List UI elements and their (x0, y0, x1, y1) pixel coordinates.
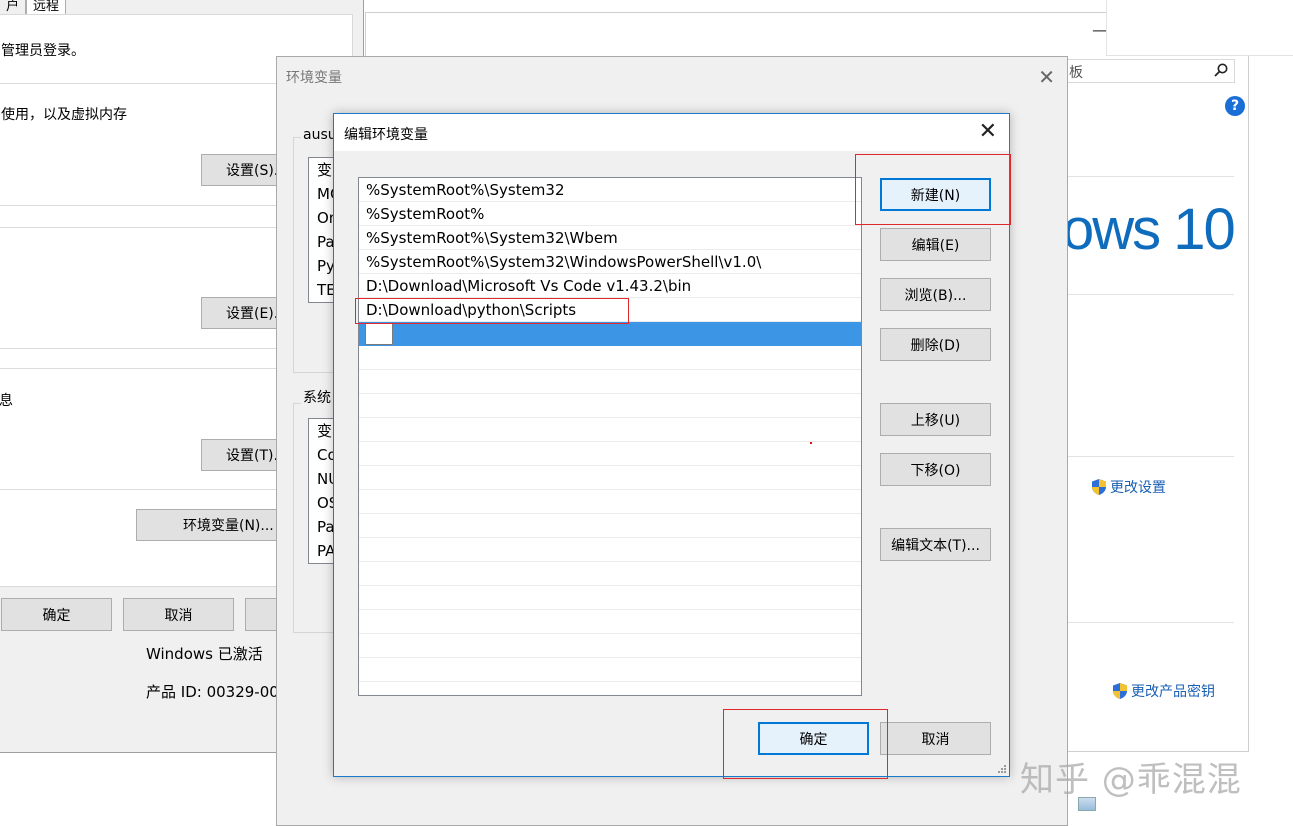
list-item[interactable] (359, 442, 861, 466)
list-item[interactable] (359, 514, 861, 538)
windows10-logo: ows 10 (1062, 197, 1236, 262)
browse-button[interactable]: 浏览(B)... (880, 278, 991, 311)
list-item[interactable] (359, 658, 861, 682)
list-item[interactable] (359, 490, 861, 514)
performance-desc: 使用，以及虚拟内存 (1, 107, 127, 123)
close-icon[interactable]: ✕ (979, 119, 997, 144)
delete-button[interactable]: 删除(D) (880, 328, 991, 361)
list-item[interactable]: %SystemRoot% (359, 202, 861, 226)
divider (1068, 294, 1234, 295)
list-item[interactable] (359, 562, 861, 586)
tray-image-icon (1078, 797, 1096, 811)
edit-text-button[interactable]: 编辑文本(T)... (880, 528, 991, 561)
system-vars-group-label: 系统 (301, 387, 333, 407)
path-list[interactable]: %SystemRoot%\System32 %SystemRoot% %Syst… (358, 177, 862, 696)
list-item[interactable]: %SystemRoot%\System32\Wbem (359, 226, 861, 250)
list-item[interactable] (359, 370, 861, 394)
edit-button[interactable]: 编辑(E) (880, 228, 991, 261)
list-item[interactable]: %SystemRoot%\System32\WindowsPowerShell\… (359, 250, 861, 274)
list-item[interactable] (359, 394, 861, 418)
change-product-key-link[interactable]: 更改产品密钥 (1111, 681, 1215, 701)
sysprops-ok-button[interactable]: 确定 (1, 598, 112, 631)
path-edit-input[interactable] (365, 323, 393, 345)
tab-bar: 户 远程 (0, 0, 67, 15)
admin-login-text: 管理员登录。 (1, 43, 85, 59)
dialog-titlebar: 编辑环境变量 ✕ (334, 114, 1009, 151)
stray-dot (810, 442, 812, 444)
cancel-button[interactable]: 取消 (880, 722, 991, 755)
divider (1068, 176, 1234, 177)
change-settings-label: 更改设置 (1110, 480, 1166, 496)
product-id: 产品 ID: 00329-000 (146, 683, 277, 701)
list-item[interactable] (359, 418, 861, 442)
search-icon (1214, 63, 1228, 77)
list-item[interactable] (359, 634, 861, 658)
env-vars-button[interactable]: 环境变量(N)... (136, 509, 291, 541)
sysprops-cancel-button[interactable]: 取消 (123, 598, 234, 631)
divider (1068, 456, 1234, 457)
uac-shield-icon (1113, 683, 1127, 699)
help-icon[interactable]: ? (1225, 96, 1245, 116)
highlight-ok-button (723, 709, 888, 779)
list-item[interactable] (359, 466, 861, 490)
list-item[interactable] (359, 538, 861, 562)
dialog-title: 编辑环境变量 (344, 127, 428, 143)
change-product-key-label: 更改产品密钥 (1131, 684, 1215, 700)
search-input[interactable] (1067, 59, 1235, 83)
move-up-button[interactable]: 上移(U) (880, 403, 991, 436)
divider (1068, 622, 1234, 623)
highlight-new-button (855, 154, 1011, 225)
resize-grip-icon[interactable] (997, 764, 1007, 774)
highlight-python-path (355, 298, 629, 324)
watermark: 知乎 @乖混混 (1020, 760, 1242, 800)
env-vars-title: 环境变量 (286, 70, 342, 86)
selected-list-item[interactable] (359, 322, 861, 346)
change-settings-link[interactable]: 更改设置 (1090, 477, 1166, 497)
move-down-button[interactable]: 下移(O) (880, 453, 991, 486)
close-icon[interactable]: ✕ (1038, 65, 1055, 89)
uac-shield-icon (1092, 479, 1106, 495)
list-item[interactable] (359, 586, 861, 610)
list-item[interactable]: %SystemRoot%\System32 (359, 178, 861, 202)
tab-user[interactable]: 户 (0, 0, 27, 15)
list-item[interactable] (359, 346, 861, 370)
list-item[interactable] (359, 610, 861, 634)
tab-remote[interactable]: 远程 (26, 0, 67, 15)
list-item[interactable]: D:\Download\Microsoft Vs Code v1.43.2\bi… (359, 274, 861, 298)
search-input-text: 板 (1069, 65, 1083, 81)
activation-status: Windows 已激活 (146, 645, 263, 663)
info-text: 息 (0, 393, 13, 409)
outer-window-edge (1106, 0, 1293, 56)
